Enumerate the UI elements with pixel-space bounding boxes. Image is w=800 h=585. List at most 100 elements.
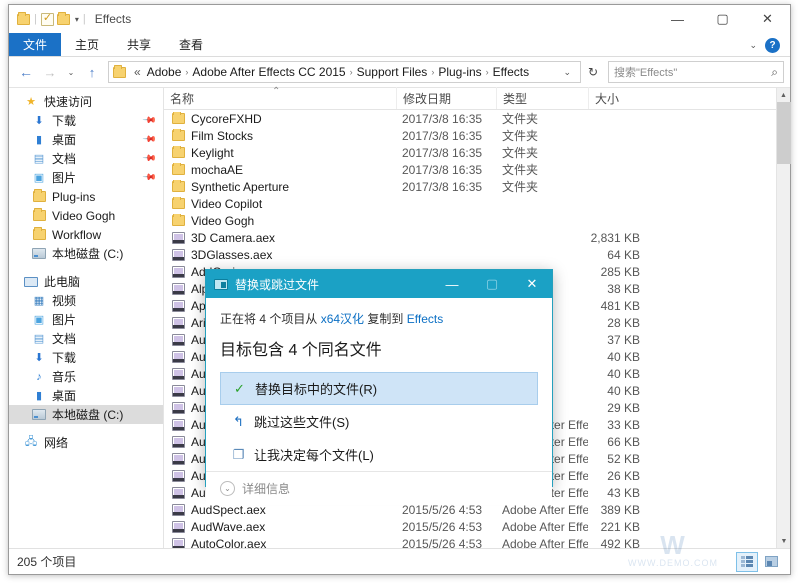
- new-folder-icon[interactable]: [56, 11, 70, 25]
- sidebar-item-video-gogh[interactable]: Video Gogh: [9, 206, 163, 225]
- sidebar-group-this-pc[interactable]: 此电脑: [9, 272, 163, 291]
- table-row[interactable]: AudWave.aex 2015/5/26 4:53 Adobe After Eff…: [164, 518, 790, 535]
- tab-file[interactable]: 文件: [9, 33, 62, 56]
- option-replace-files[interactable]: ✓ 替换目标中的文件(R): [220, 372, 538, 405]
- forward-button[interactable]: →: [39, 61, 61, 83]
- file-name-label: Film Stocks: [191, 128, 254, 143]
- scroll-down-arrow-icon[interactable]: ▼: [777, 534, 791, 548]
- chevron-down-icon[interactable]: ⌄: [220, 481, 235, 496]
- aex-icon: [172, 452, 185, 465]
- sidebar-item-music[interactable]: ♪ 音乐: [9, 367, 163, 386]
- chevron-down-icon[interactable]: ⌄: [749, 40, 757, 51]
- music-icon: ♪: [36, 370, 42, 383]
- cell-date: 2017/3/8 16:35: [402, 162, 483, 177]
- table-row[interactable]: Video Copilot: [164, 195, 790, 212]
- folder-icon: [31, 227, 47, 243]
- column-header-name[interactable]: 名称 ⌃: [164, 86, 396, 109]
- sidebar-item-documents-pc[interactable]: ▤ 文档: [9, 329, 163, 348]
- table-row[interactable]: AutoColor.aex 2015/5/26 4:53 Adobe After E…: [164, 535, 790, 548]
- cell-size: 40 KB: [607, 366, 640, 381]
- folder-icon: [172, 179, 185, 192]
- sidebar-item-videos[interactable]: ▦ 视频: [9, 291, 163, 310]
- customize-caret-icon[interactable]: ▾: [75, 15, 79, 24]
- table-row[interactable]: CycoreFXHD 2017/3/8 16:35 文件夹: [164, 110, 790, 127]
- dialog-source-link[interactable]: x64汉化: [321, 312, 364, 326]
- sidebar-item-local-disk-c-quick[interactable]: 本地磁盘 (C:): [9, 244, 163, 263]
- help-icon[interactable]: ?: [765, 37, 780, 53]
- dialog-destination-link[interactable]: Effects: [407, 312, 443, 326]
- aex-icon: [172, 401, 185, 414]
- up-button[interactable]: ↑: [81, 61, 103, 83]
- breadcrumb[interactable]: « Adobe › Adobe After Effects CC 2015 › …: [108, 61, 581, 83]
- option-decide-each-file[interactable]: ❐ 让我决定每个文件(L): [220, 438, 538, 471]
- option-label: 替换目标中的文件(R): [255, 382, 378, 397]
- aex-icon: [172, 367, 185, 380]
- properties-icon[interactable]: [40, 11, 54, 26]
- table-row[interactable]: Video Gogh: [164, 212, 790, 229]
- check-icon: ✓: [234, 380, 245, 396]
- dialog-minimize-button[interactable]: —: [432, 270, 472, 298]
- tab-share[interactable]: 共享: [113, 33, 165, 56]
- search-icon[interactable]: ⌕: [771, 65, 778, 80]
- sidebar-item-plugins[interactable]: Plug-ins: [9, 187, 163, 206]
- table-row[interactable]: Keylight 2017/3/8 16:35 文件夹: [164, 144, 790, 161]
- breadcrumb-item-ae[interactable]: Adobe After Effects CC 2015: [189, 65, 348, 79]
- cell-type: 文件夹: [502, 112, 539, 126]
- dialog-close-button[interactable]: ✕: [512, 270, 552, 298]
- sidebar-group-network[interactable]: 🖧 网络: [9, 433, 163, 452]
- option-skip-files[interactable]: ↱ 跳过这些文件(S): [220, 405, 538, 438]
- sidebar-item-workflow[interactable]: Workflow: [9, 225, 163, 244]
- pin-icon[interactable]: 📌: [142, 132, 157, 148]
- scroll-up-arrow-icon[interactable]: ▲: [777, 88, 790, 102]
- close-button[interactable]: ✕: [745, 5, 790, 33]
- tab-view[interactable]: 查看: [165, 33, 217, 56]
- sidebar-item-pictures[interactable]: ▣ 图片 📌: [9, 168, 163, 187]
- breadcrumb-item-support-files[interactable]: Support Files: [354, 65, 431, 79]
- recent-locations-button[interactable]: ⌄: [63, 61, 79, 83]
- sidebar-item-desktop-pc[interactable]: ▮ 桌面: [9, 386, 163, 405]
- breadcrumb-item-adobe[interactable]: Adobe: [144, 65, 185, 79]
- breadcrumb-item-plugins[interactable]: Plug-ins: [435, 65, 484, 79]
- sidebar-item-downloads[interactable]: ⬇ 下载 📌: [9, 111, 163, 130]
- table-row[interactable]: 3DGlasses.aex 64 KB: [164, 246, 790, 263]
- folder-icon[interactable]: [17, 11, 30, 25]
- sidebar-group-quick-access[interactable]: ★ 快速访问: [9, 92, 163, 111]
- sidebar-item-documents[interactable]: ▤ 文档 📌: [9, 149, 163, 168]
- pin-icon[interactable]: 📌: [142, 170, 157, 186]
- table-row[interactable]: Film Stocks 2017/3/8 16:35 文件夹: [164, 127, 790, 144]
- column-header-type[interactable]: 类型: [496, 87, 588, 109]
- large-icons-view-icon[interactable]: [760, 552, 782, 572]
- breadcrumb-item-effects[interactable]: Effects: [490, 65, 532, 79]
- sidebar-item-desktop[interactable]: ▮ 桌面 📌: [9, 130, 163, 149]
- drive-icon: [31, 246, 47, 262]
- ribbon-right-controls: ⌄ ?: [749, 33, 786, 57]
- refresh-icon[interactable]: ↻: [583, 65, 603, 79]
- chevron-down-icon[interactable]: ⌄: [558, 67, 576, 78]
- back-button[interactable]: ←: [15, 61, 37, 83]
- cell-size: 285 KB: [600, 264, 640, 279]
- sidebar-item-pictures-pc[interactable]: ▣ 图片: [9, 310, 163, 329]
- column-header-size[interactable]: 大小: [588, 87, 648, 109]
- breadcrumb-lead[interactable]: «: [131, 65, 144, 79]
- maximize-button[interactable]: ▢: [700, 5, 745, 33]
- sidebar-item-downloads-pc[interactable]: ⬇ 下载: [9, 348, 163, 367]
- cell-name: Synthetic Aperture: [164, 179, 396, 194]
- pin-icon[interactable]: 📌: [142, 151, 157, 167]
- tab-home[interactable]: 主页: [61, 33, 113, 56]
- cell-size: 40 KB: [607, 383, 640, 398]
- cell-name: AudWave.aex: [164, 520, 396, 534]
- table-row[interactable]: 3D Camera.aex 2,831 KB: [164, 229, 790, 246]
- pin-icon[interactable]: 📌: [142, 113, 157, 129]
- table-row[interactable]: Synthetic Aperture 2017/3/8 16:35 文件夹: [164, 178, 790, 195]
- documents-icon: ▤: [33, 153, 45, 165]
- search-input[interactable]: 搜索"Effects" ⌕: [608, 61, 784, 83]
- sidebar-item-label: 文档: [52, 152, 77, 166]
- sidebar-item-local-disk-c[interactable]: 本地磁盘 (C:): [9, 405, 163, 424]
- details-view-icon[interactable]: [736, 551, 758, 572]
- scrollbar-thumb[interactable]: [777, 102, 791, 164]
- minimize-button[interactable]: —: [655, 5, 700, 33]
- file-list-scrollbar[interactable]: ▲ ▼: [776, 88, 791, 548]
- table-row[interactable]: mochaAE 2017/3/8 16:35 文件夹: [164, 161, 790, 178]
- details-toggle-label[interactable]: 详细信息: [242, 480, 290, 497]
- column-header-date[interactable]: 修改日期: [396, 87, 496, 109]
